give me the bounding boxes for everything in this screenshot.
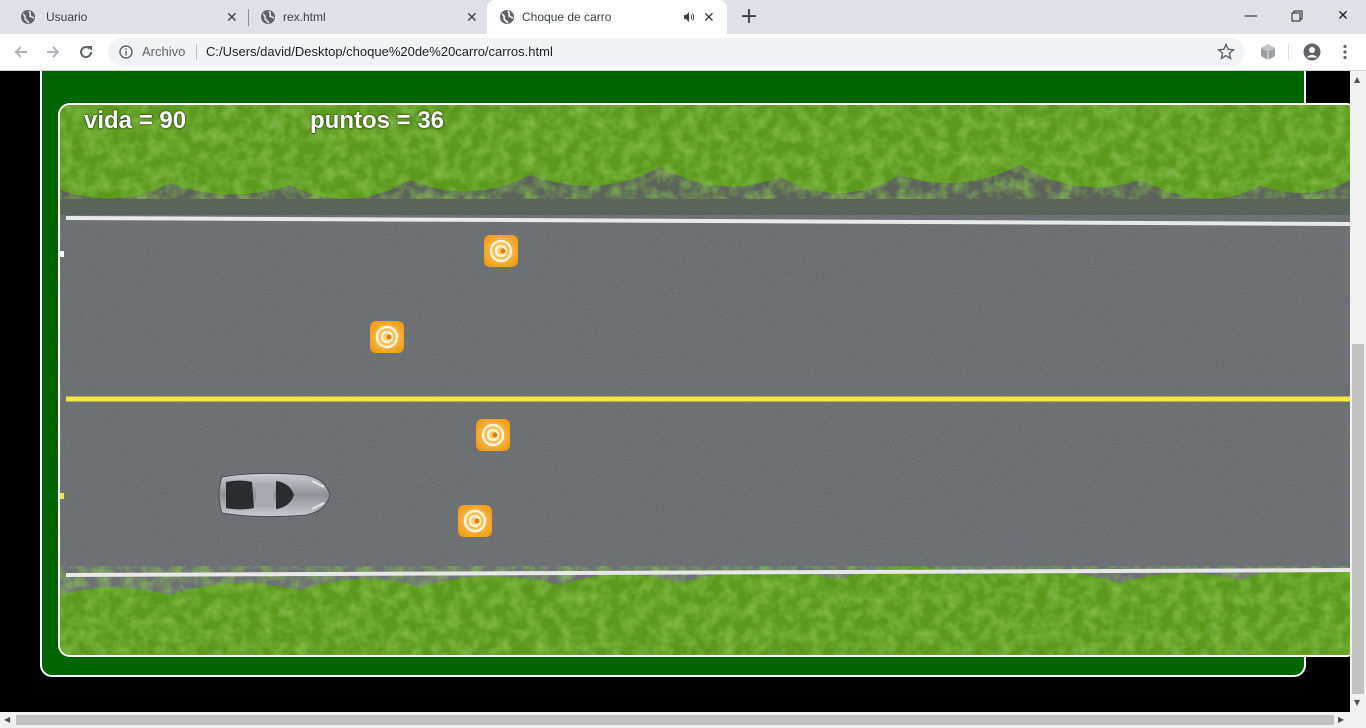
vertical-scroll-thumb[interactable] [1352,344,1364,694]
score-counter: puntos = 36 [310,107,445,134]
restore-icon [1291,10,1303,22]
globe-icon [500,10,514,24]
horizontal-scrollbar[interactable]: ◀ ▶ [0,712,1366,728]
cone-obstacle [484,235,518,267]
player-car [218,472,331,518]
forward-button[interactable] [40,39,66,65]
page-corner [1308,71,1350,103]
scroll-down-icon[interactable]: ▼ [1354,698,1360,707]
minimize-button[interactable]: — [1228,2,1274,30]
scroll-up-icon[interactable]: ▲ [1354,75,1360,84]
arrow-right-icon [47,46,60,58]
vertical-scrollbar[interactable]: ▲ ▼ [1350,71,1366,712]
cone-obstacle [476,419,510,451]
restore-button[interactable] [1274,2,1320,30]
game-canvas[interactable]: vida = 90 puntos = 36 [58,103,1350,657]
profile-icon[interactable] [1303,43,1321,61]
cone-obstacle [370,321,404,353]
tab-title: Choque de carro [522,10,612,24]
info-icon[interactable] [119,45,133,59]
road-scene [60,105,1350,655]
address-bar[interactable]: Archivo C:/Users/david/Desktop/choque%20… [108,38,1245,66]
tab-strip: Usuario ✕ rex.html ✕ Choque de carro ✕ +… [0,0,1366,34]
star-icon[interactable] [1217,43,1235,61]
globe-icon [21,10,35,24]
scroll-left-icon[interactable]: ◀ [4,715,10,724]
cone-obstacle [458,505,492,537]
globe-icon [261,10,275,24]
reload-icon [80,46,93,59]
tab-usuario[interactable]: Usuario ✕ [8,0,248,34]
close-tab-icon[interactable]: ✕ [226,9,238,25]
scheme-label: Archivo [142,44,186,59]
tab-title: Usuario [46,10,88,24]
close-tab-icon[interactable]: ✕ [466,9,478,25]
toolbar-divider [1288,44,1289,60]
back-button[interactable] [8,39,34,65]
close-tab-icon[interactable]: ✕ [703,9,715,25]
omnibox-divider [196,44,197,60]
browser-toolbar: Archivo C:/Users/david/Desktop/choque%20… [0,34,1366,71]
horizontal-scroll-thumb[interactable] [16,715,1334,725]
close-window-button[interactable]: ✕ [1320,2,1366,30]
speaker-icon[interactable] [683,11,695,23]
reload-button[interactable] [73,39,99,65]
arrow-left-icon [14,46,27,58]
tab-choque-de-carro[interactable]: Choque de carro ✕ [487,0,727,34]
scroll-right-icon[interactable]: ▶ [1338,715,1344,724]
tab-rex[interactable]: rex.html ✕ [248,0,486,34]
life-counter: vida = 90 [84,107,187,134]
kebab-menu-icon[interactable] [1336,43,1354,61]
url-text[interactable]: C:/Users/david/Desktop/choque%20de%20car… [206,44,553,59]
page-viewport: vida = 90 puntos = 36 [0,71,1350,712]
tab-title: rex.html [283,10,326,24]
new-tab-button[interactable]: + [737,5,761,29]
extension-cube-icon[interactable] [1259,43,1277,61]
